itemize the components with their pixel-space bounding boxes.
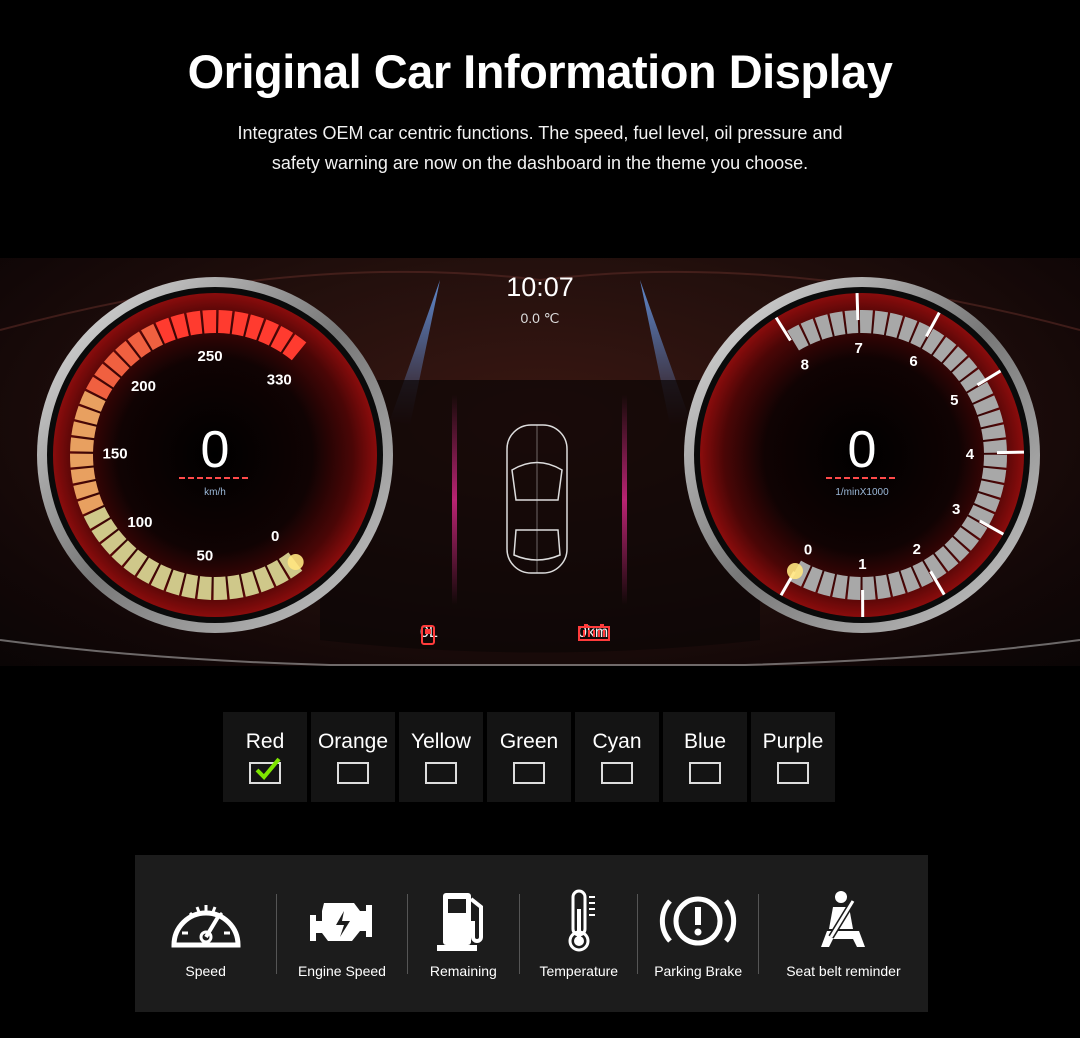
tachometer-segment [847,576,861,600]
theme-option-label: Yellow [411,730,471,753]
theme-option-red[interactable]: Red [223,712,307,802]
tachometer-segment [983,454,1007,468]
clock: 10:07 [506,272,574,302]
speedometer-tick-label: 250 [198,348,223,365]
checkmark-icon [255,757,281,780]
theme-option-label: Cyan [592,730,642,753]
range-status: 0km [578,624,610,642]
feature-label: Engine Speed [297,962,386,979]
theme-checkbox[interactable] [513,762,545,784]
speedometer-segment [213,576,228,600]
subtitle-line-2: safety warning are now on the dashboard … [271,153,809,173]
thermometer-icon [568,889,595,951]
theme-checkbox[interactable] [337,762,369,784]
feature-speed: Speed [135,855,276,1012]
seat-belt-icon [821,890,866,947]
theme-checkbox[interactable] [777,762,809,784]
dashboard-display: 0 50 100 150 200 250 330 0 km/h 0 1 2 3 4 5 6 7 8 0 1/minX… [0,258,1080,666]
speedometer-tick-label: 50 [196,547,213,564]
theme-checkbox[interactable] [249,757,281,784]
theme-option-purple[interactable]: Purple [751,712,835,802]
theme-selector: Red Orange Yellow Green Cyan Blue Purple [223,712,835,802]
theme-option-label: Green [499,730,559,753]
tachometer-tick-label: 2 [913,541,921,558]
tachometer-tick [855,293,860,321]
tachometer-tick-label: 0 [804,542,812,559]
tachometer-tick-label: 8 [801,356,809,373]
theme-option-cyan[interactable]: Cyan [575,712,659,802]
tachometer-tick-label: 6 [909,353,917,370]
feature-label: Parking Brake [654,962,743,979]
speedometer-segment [69,453,94,468]
feature-icon-bar: Speed Engine Speed Remaining Temperature Par… [135,855,928,1012]
speedometer-tick-label: 0 [271,528,279,545]
speedometer-tick-label: 200 [131,378,156,395]
tachometer-tick-label: 3 [952,501,960,518]
theme-option-green[interactable]: Green [487,712,571,802]
speedometer-value: 0 [201,421,230,479]
theme-option-label: Orange [317,730,389,753]
fuel-status: 0L [420,624,438,645]
feature-label: Remaining [429,962,497,979]
feature-temperature: Temperature [520,855,637,1012]
tachometer-segment [859,310,873,334]
speedometer-tick-label: 150 [103,445,128,462]
theme-option-label: Red [245,730,285,753]
page-title: Original Car Information Display [187,45,893,98]
outside-temperature: 0.0 ℃ [520,310,560,326]
tachometer-unit: 1/minX1000 [835,487,889,498]
theme-option-orange[interactable]: Orange [311,712,395,802]
theme-checkbox[interactable] [425,762,457,784]
tachometer-tick-label: 5 [950,392,958,409]
speedometer-tick-label: 330 [267,371,292,388]
theme-option-label: Purple [762,730,824,753]
theme-checkbox[interactable] [689,762,721,784]
theme-checkbox[interactable] [601,762,633,784]
tachometer-tick-label: 4 [966,446,975,463]
feature-label: Seat belt reminder [786,962,901,979]
tachometer-tick-label: 1 [858,556,866,573]
feature-engine-speed: Engine Speed [277,855,406,1012]
tachometer-segment [862,576,876,600]
speedometer-unit: km/h [204,487,226,498]
feature-remaining: Remaining [408,855,519,1012]
tachometer-value: 0 [848,421,877,479]
fuel-pump-icon [437,892,484,951]
feature-parking-brake: Parking Brake [638,855,757,1012]
theme-option-label: Blue [683,730,727,753]
subtitle-line-1: Integrates OEM car centric functions. Th… [237,123,843,143]
tachometer-tick-label: 7 [855,340,863,357]
feature-label: Temperature [539,962,619,979]
engine-icon [309,894,372,941]
speedometer-icon [171,904,241,947]
speedometer-tick-label: 100 [127,514,152,531]
battery-icon [578,624,610,641]
feature-label: Speed [185,962,226,979]
speedometer-segment [202,310,217,334]
parking-brake-icon [660,896,737,945]
feature-seat-belt-reminder: Seat belt reminder [759,855,928,1012]
fuel-icon [421,625,435,645]
theme-option-yellow[interactable]: Yellow [399,712,483,802]
theme-option-blue[interactable]: Blue [663,712,747,802]
